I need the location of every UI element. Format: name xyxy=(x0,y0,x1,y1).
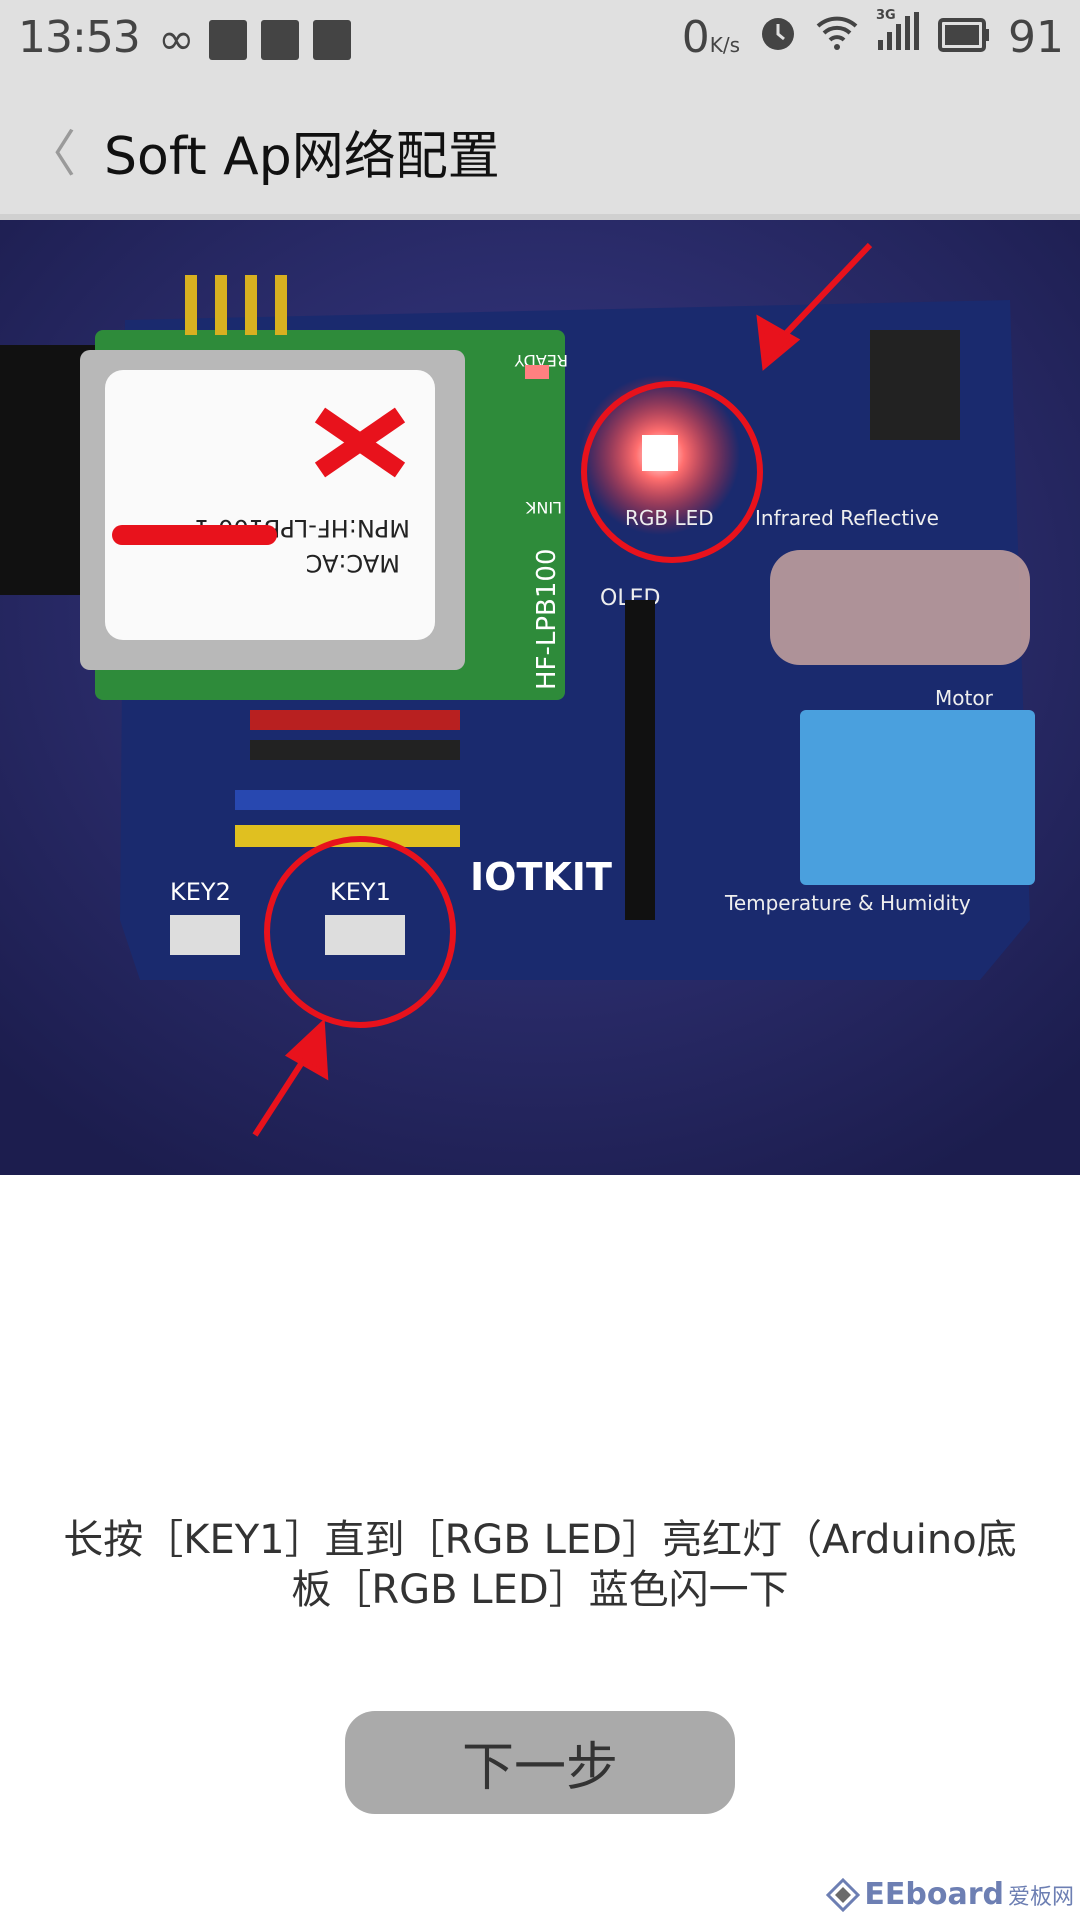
key1-label: KEY1 xyxy=(330,878,391,906)
battery-level: 91 xyxy=(1008,12,1064,63)
link-label: LINK xyxy=(525,498,562,517)
key2-button xyxy=(170,915,240,955)
infinity-icon: ∞ xyxy=(158,14,195,65)
ready-led xyxy=(525,365,549,379)
temp-humidity-sensor xyxy=(800,710,1035,885)
infrared-label: Infrared Reflective xyxy=(755,506,939,530)
chevron-left-icon[interactable]: 〈 xyxy=(26,114,76,186)
instruction-line-2: 板［RGB LED］蓝色闪一下 xyxy=(291,1567,789,1613)
image-icon xyxy=(260,19,299,60)
status-bar: 13:53 ∞ 0K/s 3G 91 xyxy=(0,0,1080,76)
instruction-line-1: 长按［KEY1］直到［RGB LED］亮红灯（Arduino底 xyxy=(63,1517,1017,1563)
iotkit-label: IOTKIT xyxy=(470,855,612,899)
qq-icon xyxy=(312,19,351,60)
eeboard-logo-icon xyxy=(826,1877,861,1912)
next-step-button[interactable]: 下一步 xyxy=(345,1711,735,1814)
app-header: 〈 Soft Ap网络配置 xyxy=(0,76,1080,220)
motor-label: Motor xyxy=(935,686,994,710)
qq-icon xyxy=(208,19,247,60)
instruction-text: 长按［KEY1］直到［RGB LED］亮红灯（Arduino底 板［RGB LE… xyxy=(40,1515,1040,1615)
temp-humidity-label: Temperature & Humidity xyxy=(724,891,971,915)
module-name-label: HF-LPB100 xyxy=(532,548,562,690)
board-photo: MPN:HF-LPB100-1 MAC:AC HF-LPB100 READY L… xyxy=(0,220,1080,1175)
key2-label: KEY2 xyxy=(170,878,231,906)
status-time: 13:53 xyxy=(18,12,141,63)
alarm-icon xyxy=(758,12,798,63)
motor xyxy=(770,550,1030,665)
page-title: Soft Ap网络配置 xyxy=(104,127,500,187)
rgb-led-label: RGB LED xyxy=(625,506,714,530)
battery-icon xyxy=(938,12,990,63)
watermark: EEboard 爱板网 xyxy=(826,1877,1074,1912)
wifi-icon xyxy=(816,12,858,63)
module-mac-label: MAC:AC xyxy=(306,549,400,577)
key1-button xyxy=(325,915,405,955)
signal-3g-icon: 3G xyxy=(876,8,920,63)
net-speed: 0K/s xyxy=(681,12,740,63)
